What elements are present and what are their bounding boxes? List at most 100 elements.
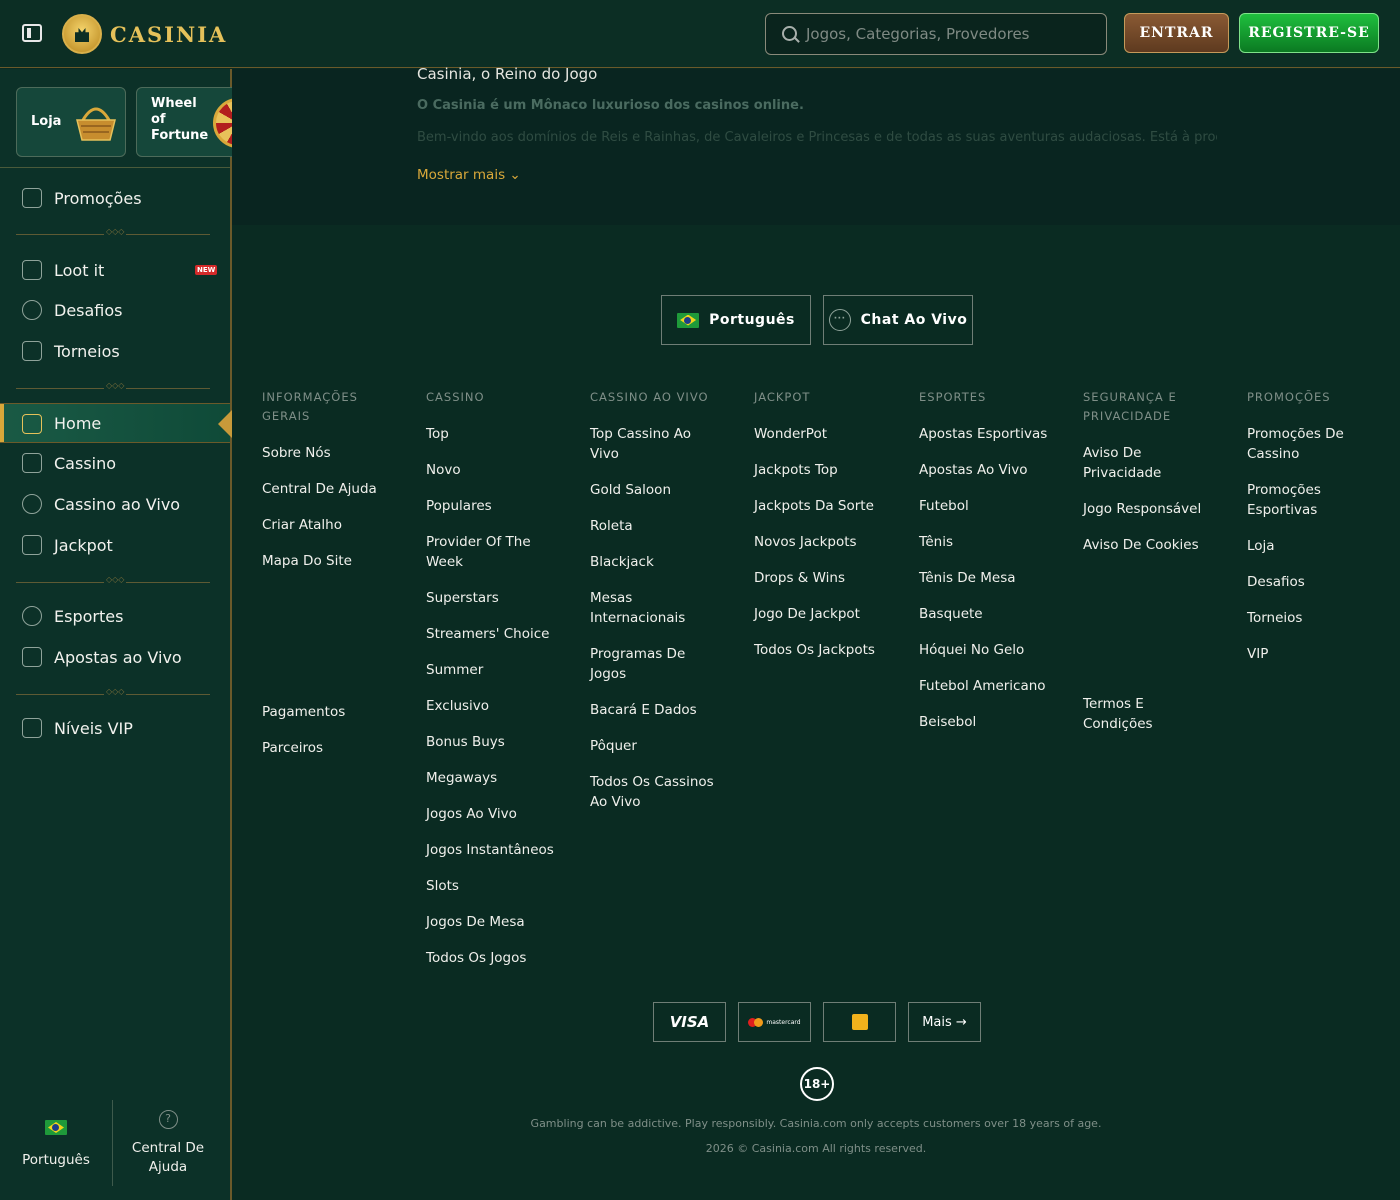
payment-methods: VISA mastercard Mais → xyxy=(653,1002,981,1042)
divider xyxy=(16,687,210,696)
pix-logo[interactable] xyxy=(823,1002,896,1042)
footer-link[interactable]: Basquete xyxy=(919,604,1069,624)
logo-text: CASINIA xyxy=(110,21,228,47)
mastercard-logo[interactable]: mastercard xyxy=(738,1002,811,1042)
footer-link[interactable]: Jogo Responsável xyxy=(1083,499,1233,519)
sidebar-item-jackpot[interactable]: Jackpot xyxy=(0,525,230,565)
footer-link[interactable]: Todos Os Jogos xyxy=(426,948,576,968)
brazil-flag-icon xyxy=(677,312,700,328)
mastercard-icon: mastercard xyxy=(748,1017,801,1027)
footer-link[interactable]: Novos Jackpots xyxy=(754,532,904,552)
footer-link[interactable]: Apostas Ao Vivo xyxy=(919,460,1069,480)
logo[interactable]: CASINIA xyxy=(62,12,227,56)
footer-column: CASSINO AO VIVO Top Cassino Ao Vivo Gold Sa… xyxy=(590,388,740,828)
sidebar-toggle-icon[interactable] xyxy=(22,24,42,42)
sidebar-item-promocoes[interactable]: Promoções xyxy=(0,178,230,218)
footer-link[interactable]: VIP xyxy=(1247,644,1397,664)
footer-link[interactable]: Exclusivo xyxy=(426,696,576,716)
more-payments-button[interactable]: Mais → xyxy=(908,1002,981,1042)
footer-link[interactable]: Futebol Americano xyxy=(919,676,1069,696)
footer-link[interactable]: Criar Atalho xyxy=(262,515,412,535)
footer-link[interactable]: Top xyxy=(426,424,576,444)
sidebar-item-niveis-vip[interactable]: Níveis VIP xyxy=(0,708,230,748)
sidebar-help-center[interactable]: ? Central De Ajuda xyxy=(112,1109,224,1177)
footer-link[interactable]: Termos E Condições xyxy=(1083,694,1233,734)
sidebar-language-selector[interactable]: Português xyxy=(0,1120,112,1170)
visa-logo[interactable]: VISA xyxy=(653,1002,726,1042)
basket-icon xyxy=(76,107,116,141)
footer-link[interactable]: Jogos Instantâneos xyxy=(426,840,576,860)
footer-link[interactable]: Superstars xyxy=(426,588,576,608)
footer-link[interactable]: Jackpots Top xyxy=(754,460,904,480)
footer-link[interactable]: Gold Saloon xyxy=(590,480,740,500)
sidebar-item-esportes[interactable]: Esportes xyxy=(0,596,230,636)
sidebar-item-label: Home xyxy=(54,413,102,433)
footer-link[interactable]: Apostas Esportivas xyxy=(919,424,1069,444)
footer-link[interactable]: Todos Os Jackpots xyxy=(754,640,904,660)
footer-link[interactable]: Sobre Nós xyxy=(262,443,412,463)
footer-link[interactable]: Jackpots Da Sorte xyxy=(754,496,904,516)
sidebar-item-label: Cassino xyxy=(54,453,117,473)
sidebar-item-home[interactable]: Home xyxy=(0,403,232,443)
footer-link[interactable]: Programas De Jogos xyxy=(590,644,740,684)
footer-link[interactable]: Tênis De Mesa xyxy=(919,568,1069,588)
promo-card-loja[interactable]: Loja xyxy=(16,87,126,157)
live-chat-button[interactable]: ··· Chat Ao Vivo xyxy=(823,295,973,345)
sidebar-item-apostas-ao-vivo[interactable]: Apostas ao Vivo xyxy=(0,637,230,677)
footer-link[interactable]: Tênis xyxy=(919,532,1069,552)
search-input[interactable]: Jogos, Categorias, Provedores xyxy=(765,13,1107,55)
footer-link[interactable]: Slots xyxy=(426,876,576,896)
footer-link[interactable]: Populares xyxy=(426,496,576,516)
footer-link[interactable]: Mesas Internacionais xyxy=(590,588,740,628)
seo-faded-text: Bem-vindo aos domínios de Reis e Rainhas… xyxy=(417,130,1217,145)
footer-link[interactable]: Desafios xyxy=(1247,572,1397,592)
footer-link[interactable]: Pôquer xyxy=(590,736,740,756)
footer-link[interactable]: Provider Of The Week xyxy=(426,532,576,572)
footer-link[interactable]: Parceiros xyxy=(262,738,412,758)
footer-link[interactable]: Promoções De Cassino xyxy=(1247,424,1397,464)
footer-link[interactable]: Futebol xyxy=(919,496,1069,516)
show-more-label: Mostrar mais xyxy=(417,167,506,183)
register-button[interactable]: REGISTRE-SE xyxy=(1239,13,1379,53)
footer-link[interactable]: Top Cassino Ao Vivo xyxy=(590,424,740,464)
seo-text-block: Casinia, o Reino do Jogo O Casinia é um … xyxy=(232,65,1400,225)
sidebar-item-torneios[interactable]: Torneios xyxy=(0,331,230,371)
footer-link[interactable]: Bonus Buys xyxy=(426,732,576,752)
footer-link[interactable]: Bacará E Dados xyxy=(590,700,740,720)
sidebar-item-cassino[interactable]: Cassino xyxy=(0,443,230,483)
footer-link[interactable]: Hóquei No Gelo xyxy=(919,640,1069,660)
footer-link[interactable]: WonderPot xyxy=(754,424,904,444)
footer-link[interactable]: Jogo De Jackpot xyxy=(754,604,904,624)
footer-link[interactable]: Pagamentos xyxy=(262,702,412,722)
sidebar: Loja Wheel of Fortune Promoções Loot it … xyxy=(0,69,232,1200)
footer-link[interactable]: Beisebol xyxy=(919,712,1069,732)
footer-link[interactable]: Megaways xyxy=(426,768,576,788)
promo-card-wheel-of-fortune[interactable]: Wheel of Fortune xyxy=(136,87,232,157)
footer-link[interactable]: Mapa Do Site xyxy=(262,551,412,571)
sidebar-item-cassino-ao-vivo[interactable]: Cassino ao Vivo xyxy=(0,484,230,524)
footer-link[interactable]: Novo xyxy=(426,460,576,480)
footer-link[interactable]: Aviso De Privacidade xyxy=(1083,443,1233,483)
footer-link[interactable]: Central De Ajuda xyxy=(262,479,412,499)
footer-link[interactable]: Promoções Esportivas xyxy=(1247,480,1397,520)
separator xyxy=(0,167,230,168)
trophy-icon xyxy=(22,341,42,361)
sidebar-item-label: Esportes xyxy=(54,606,124,626)
footer-link[interactable]: Roleta xyxy=(590,516,740,536)
footer-link[interactable]: Streamers' Choice xyxy=(426,624,576,644)
footer-link[interactable]: Loja xyxy=(1247,536,1397,556)
new-badge: NEW xyxy=(195,265,218,275)
language-button[interactable]: Português xyxy=(661,295,811,345)
sidebar-item-desafios[interactable]: Desafios xyxy=(0,290,230,330)
footer-link[interactable]: Aviso De Cookies xyxy=(1083,535,1233,555)
footer-link[interactable]: Jogos De Mesa xyxy=(426,912,576,932)
footer-link[interactable]: Jogos Ao Vivo xyxy=(426,804,576,824)
login-button[interactable]: ENTRAR xyxy=(1124,13,1229,53)
sidebar-item-loot-it[interactable]: Loot it NEW xyxy=(0,250,230,290)
show-more-link[interactable]: Mostrar mais ⌄ xyxy=(417,167,521,183)
footer-link[interactable]: Blackjack xyxy=(590,552,740,572)
footer-link[interactable]: Summer xyxy=(426,660,576,680)
footer-link[interactable]: Todos Os Cassinos Ao Vivo xyxy=(590,772,740,812)
footer-link[interactable]: Torneios xyxy=(1247,608,1397,628)
footer-link[interactable]: Drops & Wins xyxy=(754,568,904,588)
